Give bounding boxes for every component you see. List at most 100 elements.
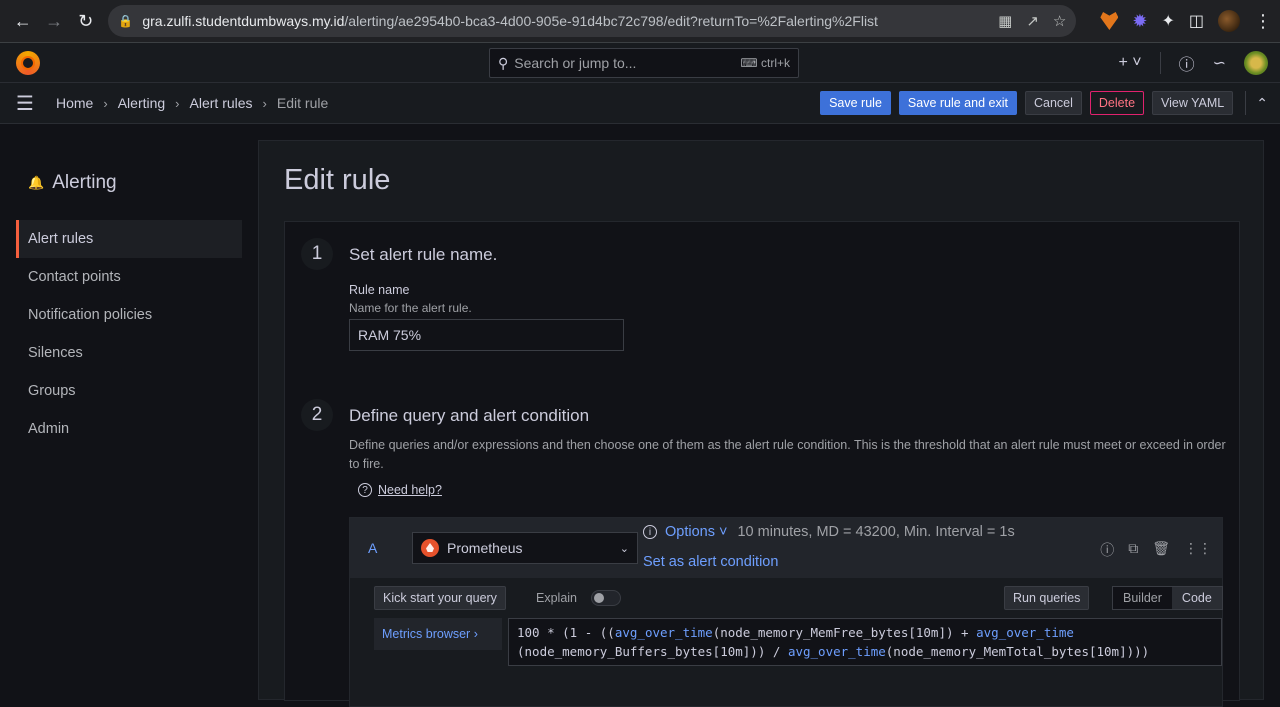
search-shortcut: ⌨ ctrl+k: [740, 56, 790, 70]
breadcrumb-alert-rules[interactable]: Alert rules: [190, 95, 253, 111]
breadcrumb: Home › Alerting › Alert rules › Edit rul…: [56, 95, 328, 111]
code-text: (node_memory_MemFree_bytes[10m]) +: [712, 625, 977, 640]
query-ref-letter[interactable]: A: [368, 540, 377, 556]
set-alert-condition-link[interactable]: Set as alert condition: [643, 554, 778, 570]
grafana-logo[interactable]: [16, 50, 40, 75]
query-options-label[interactable]: Options: [665, 524, 715, 540]
puzzle-icon[interactable]: ✦: [1161, 11, 1174, 31]
delete-button[interactable]: Delete: [1089, 91, 1145, 115]
step-1-title: Set alert rule name.: [349, 245, 498, 264]
breadcrumb-separator-icon: ›: [175, 95, 180, 111]
search-input[interactable]: ⚲ Search or jump to... ⌨ ctrl+k: [489, 48, 799, 78]
prometheus-icon: [421, 539, 439, 557]
sidebar-item-admin[interactable]: Admin: [16, 410, 242, 448]
step-2-title: Define query and alert condition: [349, 406, 590, 425]
explain-label: Explain: [536, 591, 577, 605]
back-icon[interactable]: ←: [8, 5, 37, 37]
code-fn: avg_over_time: [614, 625, 713, 640]
page-title: Edit rule: [284, 164, 391, 196]
help-circle-icon[interactable]: ⓘ: [1100, 540, 1114, 560]
query-options-row: i Options ˅ 10 minutes, MD = 43200, Min.…: [643, 524, 1015, 540]
rule-name-input[interactable]: RAM 75%: [349, 319, 624, 351]
translate-icon[interactable]: ▦: [998, 12, 1012, 30]
rule-form-card: 1 Set alert rule name. Rule name Name fo…: [284, 221, 1240, 707]
mode-builder-option[interactable]: Builder: [1113, 587, 1172, 609]
metamask-extension-icon[interactable]: [1100, 12, 1119, 30]
menu-hamburger-icon[interactable]: ☰: [16, 91, 40, 116]
sidebar-item-contact-points[interactable]: Contact points: [16, 258, 242, 296]
sidebar-item-notification-policies[interactable]: Notification policies: [16, 296, 242, 334]
chevron-down-icon: ⌄: [619, 542, 629, 555]
extension-gear-icon[interactable]: ✹: [1132, 11, 1147, 32]
metrics-browser-label[interactable]: Metrics browser: [382, 627, 470, 641]
breadcrumb-home[interactable]: Home: [56, 95, 93, 111]
save-rule-button[interactable]: Save rule: [820, 91, 891, 115]
rule-name-label: Rule name: [349, 283, 410, 297]
editor-mode-toggle: Builder Code: [1112, 586, 1223, 610]
divider: [1159, 52, 1161, 74]
cancel-button[interactable]: Cancel: [1024, 91, 1082, 115]
breadcrumb-alerting[interactable]: Alerting: [118, 95, 165, 111]
code-text: 100 * (1 - ((: [517, 625, 615, 640]
datasource-select[interactable]: Prometheus ⌄: [412, 532, 638, 564]
sidepanel-icon[interactable]: ◫: [1189, 11, 1204, 31]
url-path: /alerting/ae2954b0-bca3-4d00-905e-91d4bc…: [344, 13, 878, 29]
lock-icon: 🔒: [118, 14, 134, 28]
explain-switch[interactable]: [591, 590, 621, 606]
promql-code-editor[interactable]: 100 * (1 - ((avg_over_time(node_memory_M…: [508, 618, 1222, 666]
view-yaml-button[interactable]: View YAML: [1152, 91, 1234, 115]
code-text: (node_memory_Buffers_bytes[10m])) /: [517, 644, 788, 659]
profile-avatar[interactable]: [1217, 10, 1240, 32]
collapse-chevron-up-icon[interactable]: ⌃: [1245, 91, 1268, 115]
help-icon[interactable]: ⓘ: [1179, 51, 1195, 75]
browser-toolbar: ← → ↻ 🔒 gra.zulfi.studentdumbways.my.id/…: [0, 0, 1280, 43]
question-circle-icon: ?: [358, 483, 372, 497]
explain-toggle-row: Explain: [536, 590, 621, 606]
query-header: A Prometheus ⌄ i Options ˅ 10 minutes, M…: [350, 518, 1222, 578]
url-text: gra.zulfi.studentdumbways.my.id/alerting…: [142, 13, 998, 29]
need-help-link[interactable]: ? Need help?: [358, 483, 442, 497]
query-options-toggle[interactable]: Options ˅: [665, 524, 727, 540]
add-plus-icon[interactable]: + ˅: [1118, 54, 1141, 72]
share-icon[interactable]: ↗: [1026, 12, 1039, 30]
breadcrumb-separator-icon: ›: [262, 95, 267, 111]
sidebar-title: 🔔 Alerting: [28, 172, 242, 194]
sidebar-title-text: Alerting: [52, 172, 117, 193]
trash-icon[interactable]: 🗑: [1152, 540, 1170, 560]
sidebar-item-silences[interactable]: Silences: [16, 334, 242, 372]
code-fn: avg_over_time: [976, 625, 1074, 640]
search-icon: ⚲: [498, 54, 509, 71]
search-shortcut-text: ctrl+k: [760, 56, 790, 70]
datasource-name: Prometheus: [447, 540, 523, 556]
breadcrumb-separator-icon: ›: [103, 95, 108, 111]
mode-code-option[interactable]: Code: [1171, 587, 1222, 609]
sidebar-item-groups[interactable]: Groups: [16, 372, 242, 410]
address-bar[interactable]: 🔒 gra.zulfi.studentdumbways.my.id/alerti…: [108, 5, 1077, 37]
reload-icon[interactable]: ↻: [71, 5, 100, 37]
rule-name-description: Name for the alert rule.: [349, 301, 472, 315]
forward-icon[interactable]: →: [39, 5, 68, 37]
url-host: gra.zulfi.studentdumbways.my.id: [142, 13, 345, 29]
main-content: Edit rule 1 Set alert rule name. Rule na…: [258, 140, 1264, 707]
save-rule-exit-button[interactable]: Save rule and exit: [898, 91, 1017, 115]
step-2-number: 2: [301, 399, 333, 431]
duplicate-icon[interactable]: ⧉: [1128, 540, 1138, 560]
menu-kebab-icon[interactable]: ⋮: [1254, 11, 1272, 32]
search-placeholder: Search or jump to...: [514, 55, 637, 71]
run-queries-button[interactable]: Run queries: [1004, 586, 1090, 610]
query-options-summary: 10 minutes, MD = 43200, Min. Interval = …: [737, 524, 1015, 540]
drag-handle-icon[interactable]: ⋮⋮: [1184, 540, 1212, 560]
need-help-text[interactable]: Need help?: [378, 483, 442, 497]
star-icon[interactable]: ☆: [1053, 12, 1066, 30]
news-rss-icon[interactable]: ∽: [1213, 53, 1226, 73]
breadcrumb-current: Edit rule: [276, 95, 329, 111]
alerting-sidebar: 🔔 Alerting Alert rules Contact points No…: [0, 125, 258, 686]
query-editor-panel: A Prometheus ⌄ i Options ˅ 10 minutes, M…: [349, 517, 1223, 707]
user-avatar[interactable]: [1244, 51, 1268, 75]
code-fn: avg_over_time: [787, 644, 886, 659]
metrics-browser-button[interactable]: Metrics browser ›: [374, 618, 502, 650]
kick-start-query-button[interactable]: Kick start your query: [374, 586, 506, 610]
step-1-number: 1: [301, 238, 333, 270]
sidebar-item-alert-rules[interactable]: Alert rules: [16, 220, 242, 258]
breadcrumb-bar: ☰ Home › Alerting › Alert rules › Edit r…: [0, 83, 1280, 124]
